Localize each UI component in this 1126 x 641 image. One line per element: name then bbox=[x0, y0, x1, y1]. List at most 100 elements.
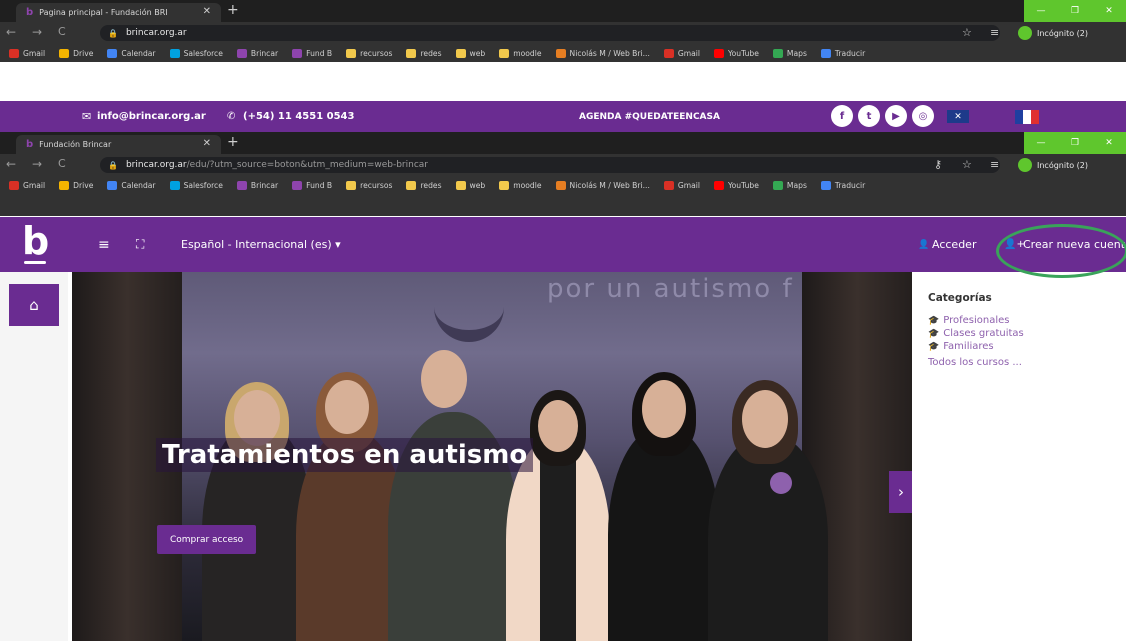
bookmark-label: redes bbox=[420, 181, 442, 190]
bookmark-item[interactable]: web bbox=[455, 181, 486, 190]
bookmark-item[interactable]: Gmail bbox=[9, 181, 45, 190]
all-courses-link[interactable]: Todos los cursos ... bbox=[928, 357, 1024, 368]
bookmark-item[interactable]: Salesforce bbox=[169, 48, 223, 58]
bookmark-item[interactable]: moodle bbox=[499, 181, 542, 190]
bookmark-label: web bbox=[469, 181, 486, 190]
new-tab-icon[interactable]: + bbox=[227, 134, 239, 150]
close-window-icon[interactable]: ✕ bbox=[1092, 132, 1126, 154]
twitter-icon[interactable]: t bbox=[858, 105, 880, 127]
hamburger-icon[interactable]: ≡ bbox=[98, 237, 110, 253]
bookmark-icon bbox=[292, 181, 303, 190]
bookmark-icon bbox=[820, 181, 831, 190]
incognito-icon bbox=[1018, 158, 1032, 172]
bookmark-label: Maps bbox=[786, 48, 807, 58]
instagram-icon[interactable]: ◎ bbox=[912, 105, 934, 127]
category-link[interactable]: 🎓 Clases gratuitas bbox=[928, 328, 1024, 339]
stage-logo-shape bbox=[434, 302, 504, 342]
tab-search-icon[interactable]: ≡ bbox=[990, 158, 999, 171]
bookmark-icon bbox=[9, 48, 19, 58]
bookmark-item[interactable]: Nicolás M / Web Bri... bbox=[555, 48, 650, 58]
bookmark-item[interactable]: Traducir bbox=[820, 48, 865, 58]
close-tab-icon[interactable]: ✕ bbox=[203, 138, 211, 149]
bookmarks-bar: Gmail Drive Calendar Salesforce Brincar Fund … bbox=[0, 44, 1126, 62]
bookmark-item[interactable]: Gmail bbox=[9, 48, 45, 58]
forward-icon[interactable]: → bbox=[32, 25, 42, 39]
bookmark-item[interactable]: web bbox=[455, 48, 485, 58]
categories-heading: Categorías bbox=[928, 292, 992, 304]
restore-icon[interactable]: ❐ bbox=[1058, 132, 1092, 154]
bookmark-item[interactable]: Calendar bbox=[107, 48, 156, 58]
contact-phone[interactable]: (+54) 11 4551 0543 bbox=[243, 111, 354, 122]
close-tab-icon[interactable]: ✕ bbox=[203, 6, 211, 17]
minimize-icon[interactable]: — bbox=[1024, 0, 1058, 22]
tab-search-icon[interactable]: ≡ bbox=[990, 26, 999, 39]
bookmark-star-icon[interactable]: ☆ bbox=[962, 26, 972, 39]
person-4-dress bbox=[540, 438, 576, 641]
fullscreen-icon[interactable]: ⛶ bbox=[136, 237, 144, 252]
bookmark-item[interactable]: redes bbox=[406, 48, 442, 58]
language-menu[interactable]: Español - Internacional (es) ▾ bbox=[181, 238, 341, 251]
bookmark-item[interactable]: Fund B bbox=[292, 48, 332, 58]
site-header: b ≡ ⛶ Español - Internacional (es) ▾ 👤 A… bbox=[0, 217, 1126, 272]
close-window-icon[interactable]: ✕ bbox=[1092, 0, 1126, 22]
bookmark-item[interactable]: Traducir bbox=[820, 181, 865, 190]
back-icon[interactable]: ← bbox=[6, 157, 16, 171]
forward-icon[interactable]: → bbox=[32, 157, 42, 171]
bookmark-label: recursos bbox=[360, 48, 393, 58]
login-link[interactable]: Acceder bbox=[932, 238, 976, 251]
minimize-icon[interactable]: — bbox=[1024, 132, 1058, 154]
bookmarks-bar: Gmail Drive Calendar Salesforce Brincar Fund … bbox=[0, 176, 1126, 216]
bookmark-label: moodle bbox=[513, 48, 542, 58]
bookmark-label: Brincar bbox=[250, 181, 279, 190]
bookmark-star-icon[interactable]: ☆ bbox=[962, 158, 972, 171]
bookmark-icon bbox=[772, 48, 783, 58]
outer-profile-button[interactable]: Incógnito (2) bbox=[1018, 26, 1088, 40]
bookmark-icon bbox=[169, 181, 180, 190]
chevron-right-icon[interactable]: › bbox=[889, 471, 912, 513]
bookmark-item[interactable]: Maps bbox=[772, 181, 807, 190]
back-icon[interactable]: ← bbox=[6, 25, 16, 39]
bookmark-icon bbox=[555, 48, 566, 58]
bookmark-item[interactable]: recursos bbox=[346, 181, 392, 190]
outer-tab[interactable]: b Pagina principal - Fundación BRI ✕ bbox=[16, 3, 221, 22]
bookmark-item[interactable]: Drive bbox=[59, 181, 93, 190]
inner-profile-button[interactable]: Incógnito (2) bbox=[1018, 158, 1088, 172]
outer-url-field[interactable]: 🔒 brincar.org.ar bbox=[100, 25, 1000, 41]
bookmark-item[interactable]: Fund B bbox=[292, 181, 332, 190]
bookmark-item[interactable]: Gmail bbox=[663, 48, 701, 58]
buy-access-button[interactable]: Comprar acceso bbox=[157, 525, 257, 554]
bookmark-item[interactable]: Drive bbox=[59, 48, 93, 58]
category-link[interactable]: 🎓 Profesionales bbox=[928, 315, 1024, 326]
bookmark-label: Salesforce bbox=[183, 181, 223, 190]
bookmark-item[interactable]: Maps bbox=[772, 48, 807, 58]
inner-tab[interactable]: b Fundación Brincar ✕ bbox=[16, 135, 221, 154]
reload-icon[interactable]: C bbox=[58, 157, 66, 170]
bookmark-item[interactable]: Salesforce bbox=[169, 181, 223, 190]
bookmark-item[interactable]: Nicolás M / Web Bri... bbox=[555, 181, 650, 190]
uk-flag-icon[interactable]: ✕ bbox=[947, 110, 969, 123]
youtube-icon[interactable]: ▶ bbox=[885, 105, 907, 127]
new-tab-icon[interactable]: + bbox=[227, 2, 239, 18]
restore-icon[interactable]: ❐ bbox=[1058, 0, 1092, 22]
bookmark-item[interactable]: Brincar bbox=[236, 181, 279, 190]
bookmark-item[interactable]: redes bbox=[406, 181, 442, 190]
bookmark-item[interactable]: Brincar bbox=[236, 48, 278, 58]
france-flag-icon[interactable] bbox=[1015, 110, 1039, 124]
bookmark-item[interactable]: moodle bbox=[499, 48, 542, 58]
inner-url-host: brincar.org.ar bbox=[125, 160, 187, 170]
bookmark-item[interactable]: YouTube bbox=[714, 181, 759, 190]
bookmark-item[interactable]: YouTube bbox=[714, 48, 759, 58]
bookmark-label: Gmail bbox=[677, 48, 701, 58]
facebook-icon[interactable]: f bbox=[831, 105, 853, 127]
bookmark-item[interactable]: Calendar bbox=[107, 181, 156, 190]
reload-icon[interactable]: C bbox=[58, 25, 66, 38]
bookmark-item[interactable]: Gmail bbox=[663, 181, 700, 190]
category-link[interactable]: 🎓 Familiares bbox=[928, 341, 1024, 352]
site-logo[interactable]: b bbox=[22, 219, 49, 263]
agenda-link[interactable]: AGENDA #QUEDATEENCASA bbox=[579, 112, 720, 122]
home-icon[interactable]: ⌂ bbox=[9, 284, 59, 326]
key-icon[interactable]: ⚷ bbox=[934, 158, 942, 171]
contact-email[interactable]: info@brincar.org.ar bbox=[97, 111, 206, 122]
inner-url-field[interactable]: 🔒 brincar.org.ar/edu/?utm_source=boton&u… bbox=[100, 157, 1000, 173]
bookmark-item[interactable]: recursos bbox=[346, 48, 393, 58]
